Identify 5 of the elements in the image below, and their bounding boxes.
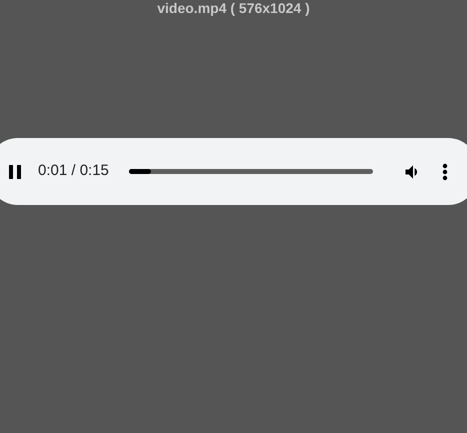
video-title: video.mp4 ( 576x1024 ) (157, 0, 310, 17)
progress-track[interactable] (128, 169, 373, 174)
playback-time: 0:01 / 0:15 (38, 161, 109, 182)
more-options-button[interactable] (442, 162, 448, 182)
pause-button[interactable] (8, 164, 22, 180)
